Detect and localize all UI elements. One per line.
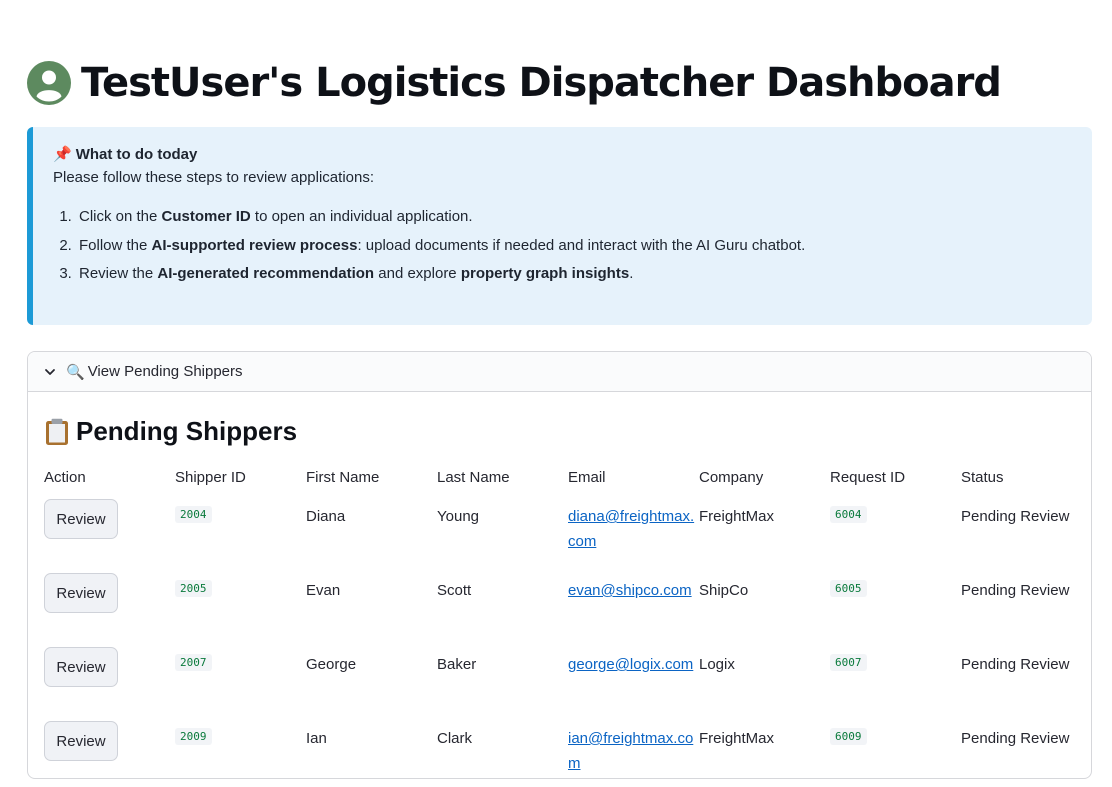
email-link[interactable]: ian@freightmax.com bbox=[568, 730, 693, 772]
request-id: 6004 bbox=[830, 506, 867, 523]
status-cell: Pending Review bbox=[961, 656, 1070, 673]
table-row: Review 2005 Evan Scott evan@shipco.com S… bbox=[44, 571, 1082, 645]
last-name-cell: Scott bbox=[437, 582, 472, 599]
company-cell: FreightMax bbox=[699, 730, 775, 747]
company-cell: Logix bbox=[699, 656, 735, 673]
shipper-id: 2009 bbox=[175, 728, 212, 745]
column-header: First Name bbox=[306, 469, 380, 486]
instruction-step: Follow the AI-supported review process: … bbox=[76, 236, 1072, 256]
first-name-cell: Evan bbox=[306, 582, 341, 599]
review-button[interactable]: Review bbox=[44, 721, 118, 761]
column-header: Action bbox=[44, 469, 86, 486]
pending-shippers-table: Action Shipper ID First Name Last Name E… bbox=[44, 469, 1082, 778]
column-header: Status bbox=[961, 469, 1004, 486]
email-link[interactable]: diana@freightmax.com bbox=[568, 508, 694, 550]
status-cell: Pending Review bbox=[961, 582, 1070, 599]
instructions-heading-text: What to do today bbox=[75, 145, 198, 163]
column-header: Shipper ID bbox=[175, 469, 246, 486]
clipboard-icon bbox=[46, 418, 68, 445]
last-name-cell: Baker bbox=[437, 656, 477, 673]
instructions-steps: Click on the Customer ID to open an indi… bbox=[53, 207, 1072, 284]
column-header: Request ID bbox=[830, 469, 906, 486]
company-cell: ShipCo bbox=[699, 582, 749, 599]
pending-shippers-expander: 🔍 View Pending Shippers Pending Shippers… bbox=[27, 351, 1092, 779]
dashboard-page: TestUser's Logistics Dispatcher Dashboar… bbox=[0, 0, 1112, 787]
expander-label: View Pending Shippers bbox=[87, 363, 243, 380]
expander-toggle[interactable]: 🔍 View Pending Shippers bbox=[28, 352, 1091, 392]
column-header: Email bbox=[568, 469, 606, 486]
review-button[interactable]: Review bbox=[44, 499, 118, 539]
status-cell: Pending Review bbox=[961, 508, 1070, 525]
page-title: TestUser's Logistics Dispatcher Dashboar… bbox=[81, 60, 1002, 106]
chevron-down-icon bbox=[45, 368, 55, 375]
last-name-cell: Young bbox=[437, 508, 479, 525]
page-header: TestUser's Logistics Dispatcher Dashboar… bbox=[27, 58, 1002, 108]
instruction-step: Click on the Customer ID to open an indi… bbox=[76, 207, 1072, 227]
instructions-intro: Please follow these steps to review appl… bbox=[53, 169, 375, 186]
shipper-id: 2005 bbox=[175, 580, 212, 597]
status-cell: Pending Review bbox=[961, 730, 1070, 747]
shipper-id: 2004 bbox=[175, 506, 212, 523]
email-link[interactable]: evan@shipco.com bbox=[568, 582, 692, 599]
section-title-text: Pending Shippers bbox=[76, 416, 298, 446]
column-header: Company bbox=[699, 469, 764, 486]
magnifier-icon: 🔍 bbox=[66, 363, 85, 381]
user-avatar-icon bbox=[27, 61, 71, 105]
first-name-cell: Diana bbox=[306, 508, 346, 525]
request-id: 6005 bbox=[830, 580, 867, 597]
column-header: Last Name bbox=[437, 469, 510, 486]
first-name-cell: Ian bbox=[306, 730, 327, 747]
instructions-heading: 📌 What to do today bbox=[53, 143, 1072, 165]
shipper-id: 2007 bbox=[175, 654, 212, 671]
review-button[interactable]: Review bbox=[44, 573, 118, 613]
request-id: 6009 bbox=[830, 728, 867, 745]
first-name-cell: George bbox=[306, 656, 357, 673]
table-row: Review 2009 Ian Clark ian@freightmax.com… bbox=[44, 719, 1082, 778]
pushpin-icon: 📌 bbox=[53, 146, 72, 163]
request-id: 6007 bbox=[830, 654, 867, 671]
email-link[interactable]: george@logix.com bbox=[568, 656, 693, 673]
section-title: Pending Shippers bbox=[44, 416, 297, 447]
table-row: Review 2004 Diana Young diana@freightmax… bbox=[44, 497, 1082, 571]
instructions-callout: 📌 What to do today Please follow these s… bbox=[27, 127, 1092, 325]
company-cell: FreightMax bbox=[699, 508, 775, 525]
table-row: Review 2007 George Baker george@logix.co… bbox=[44, 645, 1082, 719]
instruction-step: Review the AI-generated recommendation a… bbox=[76, 264, 1072, 284]
last-name-cell: Clark bbox=[437, 730, 473, 747]
table-header-row: Action Shipper ID First Name Last Name E… bbox=[44, 469, 1082, 497]
review-button[interactable]: Review bbox=[44, 647, 118, 687]
